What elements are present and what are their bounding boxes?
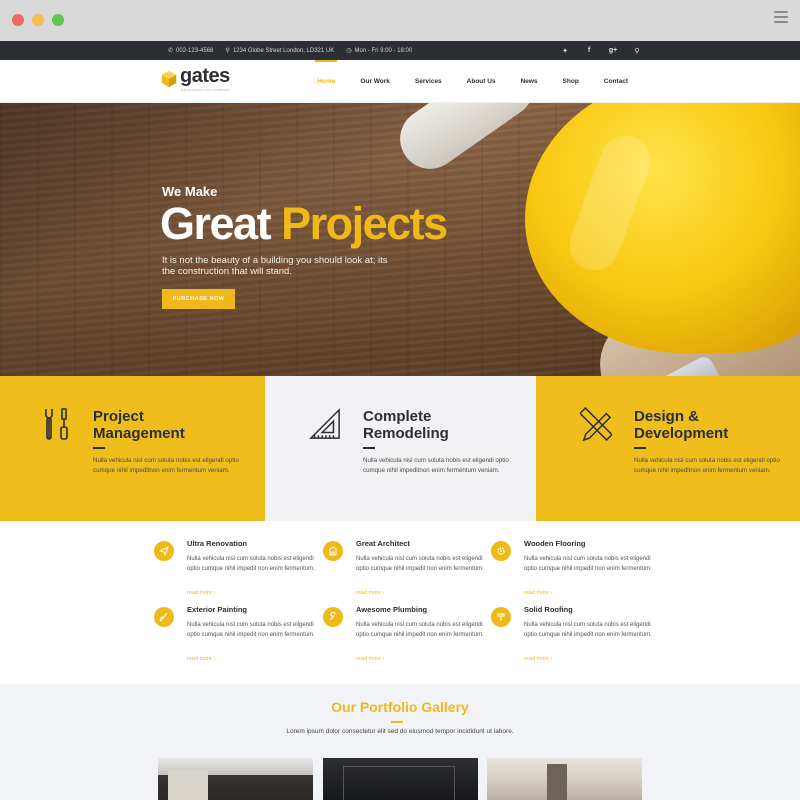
building-icon [323,541,343,561]
service-wooden-flooring: Wooden Flooring Nulla vehicula nisl cum … [491,539,661,601]
service-awesome-plumbing: Awesome Plumbing Nulla vehicula nisl cum… [323,605,493,667]
paint-brush-icon [154,607,174,627]
logo-wordmark: gates [180,65,230,87]
portfolio-section: Our Portfolio Gallery Lorem ipsum dolor … [0,684,800,800]
service-text: Nulla vehicula nisl cum soluta nobis est… [356,556,484,572]
portfolio-thumbnail[interactable] [158,758,313,800]
service-title: Exterior Painting [187,605,248,614]
wrench-icon [323,607,343,627]
service-text: Nulla vehicula nisl cum soluta nobis est… [524,556,652,572]
feature-design-development: Design & Development Nulla vehicula nisl … [536,376,800,521]
service-text: Nulla vehicula nisl cum soluta nobis est… [356,622,484,638]
service-title: Awesome Plumbing [356,605,428,614]
service-title: Wooden Flooring [524,539,586,548]
service-text: Nulla vehicula nisl cum soluta nobis est… [524,622,652,638]
service-title: Solid Roofing [524,605,573,614]
main-navigation: gates CONSTRUCTION COMPANY Home Our Work… [0,60,800,103]
read-more-link[interactable]: read more › [356,590,384,596]
portfolio-thumbnail[interactable] [487,758,642,800]
feature-title: Project Management [93,408,185,442]
service-great-architect: Great Architect Nulla vehicula nisl cum … [323,539,493,601]
service-text: Nulla vehicula nisl cum soluta nobis est… [187,556,315,572]
service-solid-roofing: Solid Roofing Nulla vehicula nisl cum so… [491,605,661,667]
feature-title: Design & Development [634,408,729,442]
menu: Home Our Work Services About Us News Sho… [292,60,628,103]
tools-icon [45,408,68,440]
twitter-icon[interactable]: ✦ [560,47,570,55]
read-more-link[interactable]: read more › [187,656,215,662]
site-logo[interactable]: gates CONSTRUCTION COMPANY [160,65,240,94]
service-ultra-renovation: Ultra Renovation Nulla vehicula nisl cum… [154,539,324,601]
close-window-dot[interactable] [12,14,24,26]
hours-info: ◷ Mon - Fri 9:00 - 18:00 [346,47,413,55]
menu-item-about-us[interactable]: About Us [467,60,496,103]
logo-tagline: CONSTRUCTION COMPANY [181,88,231,92]
portfolio-title: Our Portfolio Gallery [331,699,469,715]
portfolio-text: Lorem ipsum dolor consectetur elit sed d… [286,728,514,735]
paper-plane-icon [154,541,174,561]
hero-title: Great Projects [160,198,448,249]
services-section: Ultra Renovation Nulla vehicula nisl cum… [0,521,800,684]
menu-item-home[interactable]: Home [315,60,338,103]
menu-item-contact[interactable]: Contact [604,60,628,103]
service-exterior-painting: Exterior Painting Nulla vehicula nisl cu… [154,605,324,667]
hammer-icon [491,607,511,627]
service-text: Nulla vehicula nisl cum soluta nobis est… [187,622,315,638]
maximize-window-dot[interactable] [52,14,64,26]
top-info-bar: ✆ 002-123-4568 ⚲ 1234 Globe Street London,… [0,41,800,60]
read-more-link[interactable]: read more › [356,656,384,662]
hero-banner: We Make Great Projects It is not the bea… [0,103,800,376]
read-more-link[interactable]: read more › [524,656,552,662]
menu-item-our-work[interactable]: Our Work [360,60,390,103]
hero-description: It is not the beauty of a building you s… [162,255,388,277]
feature-text: Nulla vehicula nisl cum soluta nobis est… [363,457,509,474]
feature-complete-remodeling: Complete Remodeling Nulla vehicula nisl c… [265,376,536,521]
service-title: Ultra Renovation [187,539,248,548]
menu-item-services[interactable]: Services [415,60,442,103]
read-more-link[interactable]: read more › [187,590,215,596]
feature-text: Nulla vehicula nisl cum soluta nobis est… [93,457,239,474]
search-icon[interactable]: ⚲ [632,47,642,55]
read-more-link[interactable]: read more › [524,590,552,596]
menu-item-news[interactable]: News [521,60,538,103]
google-plus-icon[interactable]: g+ [608,47,618,54]
hamburger-menu-icon[interactable] [774,11,788,25]
service-title: Great Architect [356,539,410,548]
gear-icon [491,541,511,561]
purchase-now-button[interactable]: PURCHASE NOW [162,289,235,309]
minimize-window-dot[interactable] [32,14,44,26]
feature-title: Complete Remodeling [363,408,449,442]
hero-pretitle: We Make [162,184,218,199]
logo-cube-icon [161,70,177,88]
phone-info: ✆ 002-123-4568 [168,47,214,55]
facebook-icon[interactable]: f [584,47,594,54]
set-square-icon [309,408,340,439]
menu-item-shop[interactable]: Shop [563,60,579,103]
address-info: ⚲ 1234 Globe Street London, LD321 UK [225,47,335,55]
feature-project-management: Project Management Nulla vehicula nisl cu… [0,376,267,521]
ruler-pencil-icon [580,406,612,442]
portfolio-thumbnail[interactable] [323,758,478,800]
feature-text: Nulla vehicula nisl cum soluta nobis est… [634,457,780,474]
browser-chrome [0,0,800,41]
